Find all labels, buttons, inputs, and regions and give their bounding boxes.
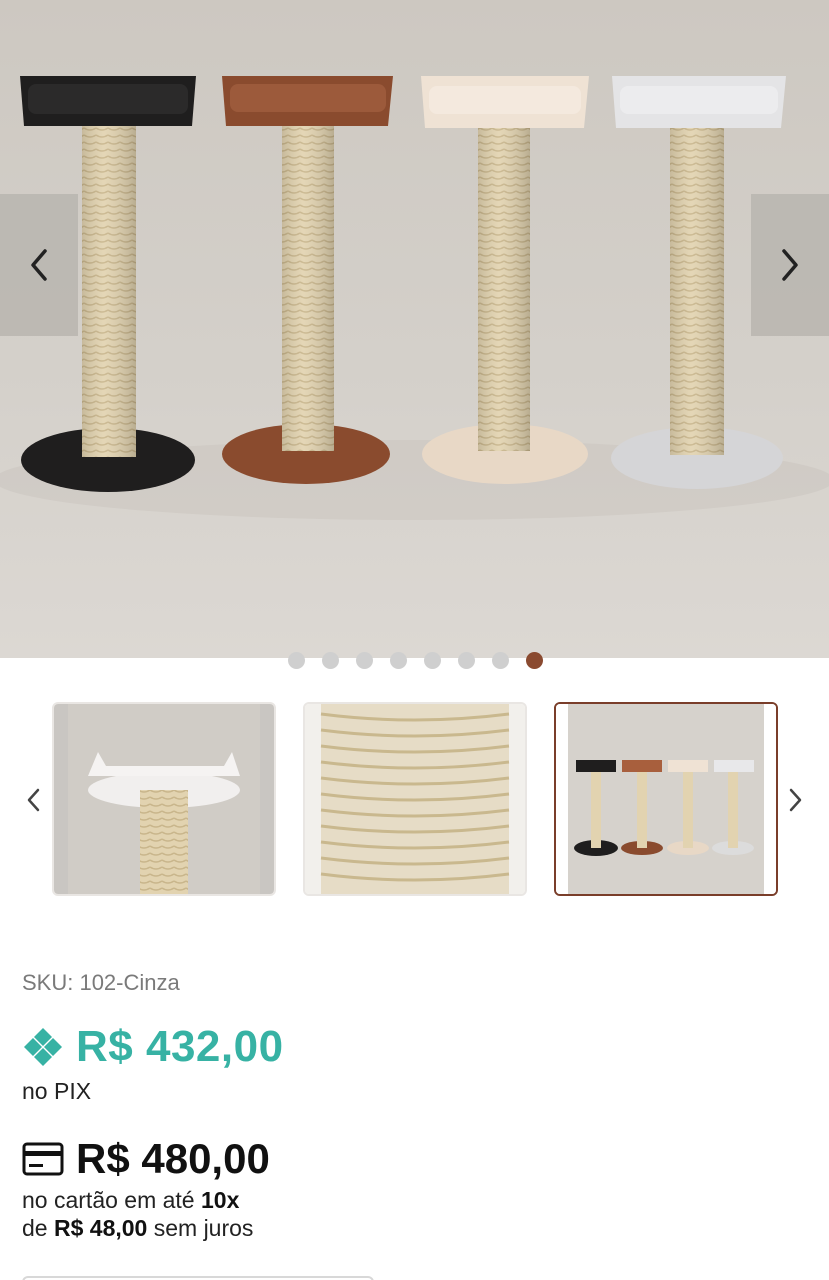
chevron-left-icon	[27, 788, 40, 812]
thumbnail-image	[556, 704, 776, 894]
gallery-next-button[interactable]	[751, 194, 829, 336]
thumbnail-rope-closeup[interactable]	[303, 702, 527, 896]
card-price-row: R$ 480,00	[22, 1134, 270, 1184]
installments-count: 10x	[201, 1187, 240, 1213]
gallery-dot[interactable]	[424, 651, 441, 669]
installments-suffix: sem juros	[147, 1215, 254, 1241]
installments-info: no cartão em até 10x de R$ 48,00 sem jur…	[22, 1186, 253, 1242]
chevron-right-icon	[789, 788, 802, 812]
thumbnail-bed-top[interactable]	[52, 702, 276, 896]
gallery-dot[interactable]	[492, 651, 509, 669]
pix-price: R$ 432,00	[76, 1022, 284, 1071]
gallery-dot-active[interactable]	[526, 651, 543, 669]
thumbnails-next-button[interactable]	[781, 780, 811, 820]
gallery-dot[interactable]	[458, 651, 475, 669]
thumbnail-image	[305, 704, 525, 894]
pix-icon	[24, 1028, 62, 1066]
pix-price-row: R$ 432,00	[22, 1022, 284, 1072]
installment-value: R$ 48,00	[53, 1215, 148, 1241]
thumbnail-image	[54, 704, 274, 894]
product-image-gallery[interactable]	[0, 0, 829, 658]
gallery-prev-button[interactable]	[0, 194, 78, 336]
thumbnail-all-colors[interactable]	[554, 702, 778, 896]
chevron-left-icon	[31, 249, 47, 281]
product-photo-cat-scratching-posts	[0, 76, 829, 520]
chevron-right-icon	[782, 249, 798, 281]
thumbnails-prev-button[interactable]	[18, 780, 48, 820]
pix-label: no PIX	[22, 1078, 92, 1104]
card-price: R$ 480,00	[76, 1135, 270, 1182]
installments-prefix: no cartão em até	[22, 1187, 201, 1213]
gallery-pagination-dots	[0, 651, 829, 669]
quantity-selector-partial[interactable]	[22, 1276, 374, 1280]
credit-card-icon	[22, 1142, 64, 1176]
product-sku: SKU: 102-Cinza	[22, 970, 180, 995]
gallery-dot[interactable]	[356, 651, 373, 669]
installments-de: de	[22, 1215, 54, 1241]
gallery-dot[interactable]	[322, 651, 339, 669]
gallery-dot[interactable]	[288, 651, 305, 669]
gallery-dot[interactable]	[390, 651, 407, 669]
